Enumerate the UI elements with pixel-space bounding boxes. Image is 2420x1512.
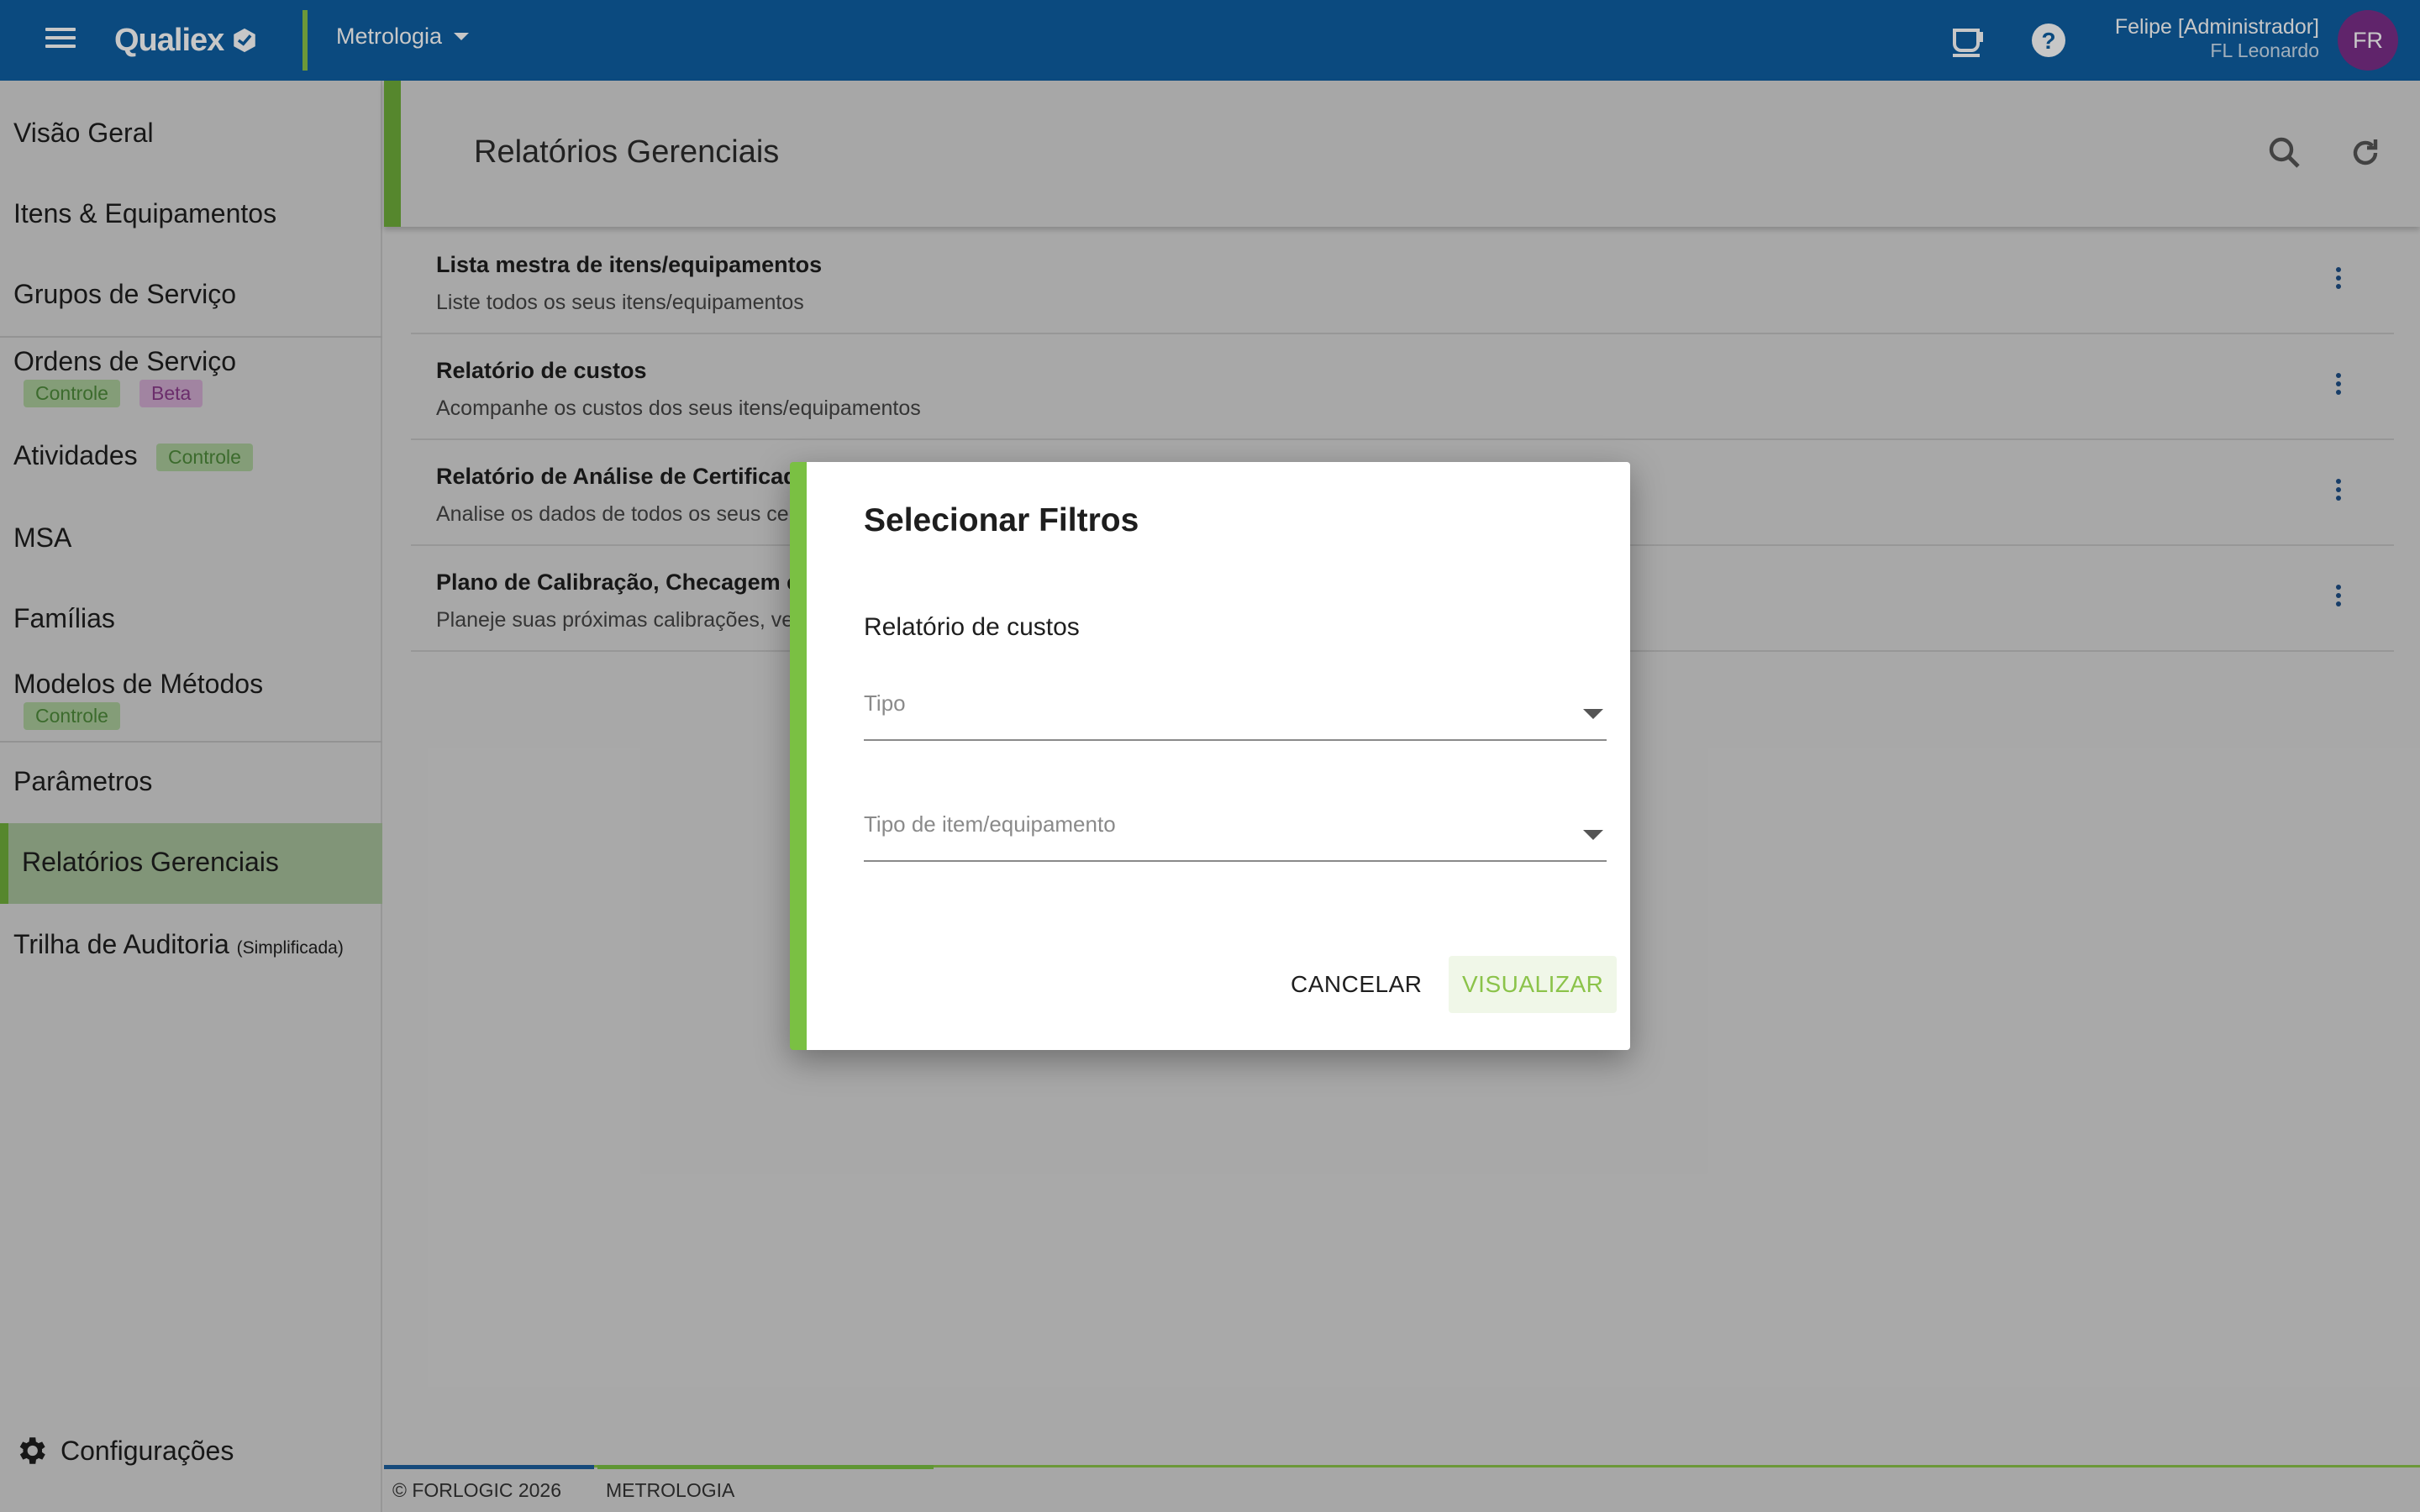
- dropdown-arrow-icon: [1583, 709, 1603, 719]
- dialog-title: Selecionar Filtros: [864, 502, 1139, 538]
- dropdown-arrow-icon: [1583, 830, 1603, 840]
- tipo-item-label: Tipo de item/equipamento: [864, 811, 1116, 837]
- tipo-label: Tipo: [864, 690, 906, 716]
- tipo-select[interactable]: Tipo: [864, 682, 1607, 741]
- cancel-button[interactable]: CANCELAR: [1277, 956, 1435, 1013]
- filter-dialog: Selecionar Filtros Relatório de custos T…: [790, 462, 1630, 1050]
- visualizar-button[interactable]: VISUALIZAR: [1449, 956, 1618, 1013]
- tipo-item-select[interactable]: Tipo de item/equipamento: [864, 803, 1607, 862]
- app-root: Qualiex Metrologia ? Felipe [Administrad…: [0, 0, 2420, 1512]
- dialog-subtitle: Relatório de custos: [864, 613, 1080, 641]
